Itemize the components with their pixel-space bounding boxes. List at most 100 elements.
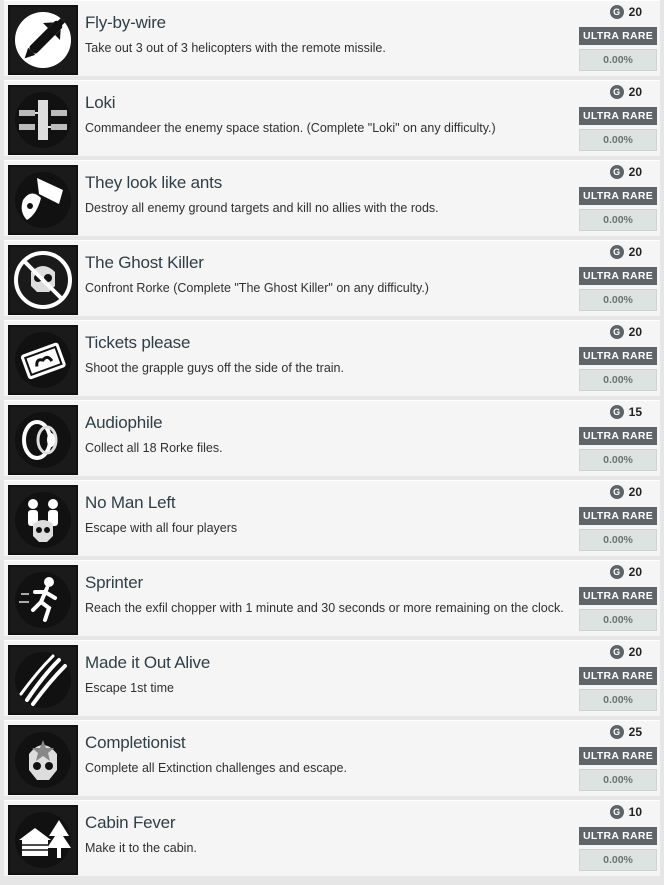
gamerscore-icon: G bbox=[609, 325, 624, 339]
gamerscore-value: 20 bbox=[628, 645, 642, 659]
gamerscore-value: 20 bbox=[628, 565, 642, 579]
unlock-percentage: 0.00% bbox=[579, 849, 657, 871]
gamerscore-icon: G bbox=[609, 85, 624, 99]
achievement-row[interactable]: The Ghost Killer Confront Rorke (Complet… bbox=[4, 240, 660, 316]
gamerscore: G 25 bbox=[609, 725, 642, 739]
achievement-row[interactable]: Completionist Complete all Extinction ch… bbox=[4, 720, 660, 796]
achievement-description: Shoot the grapple guys off the side of t… bbox=[85, 361, 344, 375]
rods-strike-icon bbox=[15, 172, 71, 228]
achievement-description: Collect all 18 Rorke files. bbox=[85, 441, 223, 455]
achievement-title[interactable]: Loki bbox=[85, 93, 116, 113]
unlock-percentage: 0.00% bbox=[579, 129, 657, 151]
achievement-row[interactable]: They look like ants Destroy all enemy gr… bbox=[4, 160, 660, 236]
achievement-row[interactable]: Tickets please Shoot the grapple guys of… bbox=[4, 320, 660, 396]
gamerscore-value: 20 bbox=[628, 325, 642, 339]
achievement-row[interactable]: Audiophile Collect all 18 Rorke files. G… bbox=[4, 400, 660, 476]
unlock-percentage: 0.00% bbox=[579, 209, 657, 231]
rarity-badge: ULTRA RARE bbox=[579, 747, 657, 765]
achievement-title[interactable]: Audiophile bbox=[85, 413, 163, 433]
gamerscore-value: 25 bbox=[628, 725, 642, 739]
gamerscore-icon: G bbox=[609, 645, 624, 659]
gamerscore-value: 20 bbox=[628, 245, 642, 259]
gamerscore: G 20 bbox=[609, 85, 642, 99]
achievement-title[interactable]: No Man Left bbox=[85, 493, 176, 513]
achievement-icon-frame bbox=[8, 165, 78, 235]
rarity-badge: ULTRA RARE bbox=[579, 27, 657, 45]
achievement-title[interactable]: They look like ants bbox=[85, 173, 222, 193]
achievement-description: Make it to the cabin. bbox=[85, 841, 197, 855]
unlock-percentage: 0.00% bbox=[579, 449, 657, 471]
achievement-title[interactable]: Completionist bbox=[85, 733, 186, 753]
rarity-badge: ULTRA RARE bbox=[579, 187, 657, 205]
rarity-badge: ULTRA RARE bbox=[579, 507, 657, 525]
audio-reel-icon bbox=[15, 412, 71, 468]
achievement-icon-frame bbox=[8, 805, 78, 875]
achievement-title[interactable]: Sprinter bbox=[85, 573, 143, 593]
achievement-icon-frame bbox=[8, 485, 78, 555]
achievement-icon-frame bbox=[8, 725, 78, 795]
achievement-icon-frame bbox=[8, 85, 78, 155]
achievement-icon-frame bbox=[8, 565, 78, 635]
gamerscore-icon: G bbox=[609, 245, 624, 259]
achievement-description: Complete all Extinction challenges and e… bbox=[85, 761, 347, 775]
achievement-title[interactable]: Made it Out Alive bbox=[85, 653, 210, 673]
achievement-row[interactable]: Made it Out Alive Escape 1st time G 20 U… bbox=[4, 640, 660, 716]
unlock-percentage: 0.00% bbox=[579, 689, 657, 711]
achievement-row[interactable]: No Man Left Escape with all four players… bbox=[4, 480, 660, 556]
achievement-title[interactable]: Cabin Fever bbox=[85, 813, 176, 833]
achievement-icon-frame bbox=[8, 405, 78, 475]
achievement-description: Commandeer the enemy space station. (Com… bbox=[85, 121, 496, 135]
rarity-badge: ULTRA RARE bbox=[579, 107, 657, 125]
unlock-percentage: 0.00% bbox=[579, 49, 657, 71]
ticket-icon bbox=[15, 332, 71, 388]
skull-star-icon bbox=[15, 732, 71, 788]
unlock-percentage: 0.00% bbox=[579, 609, 657, 631]
achievement-row[interactable]: Fly-by-wire Take out 3 out of 3 helicopt… bbox=[4, 0, 660, 76]
gamerscore-icon: G bbox=[609, 725, 624, 739]
gamerscore: G 20 bbox=[609, 485, 642, 499]
achievement-row[interactable]: Cabin Fever Make it to the cabin. G 10 U… bbox=[4, 800, 660, 876]
soldiers-skull-icon bbox=[15, 492, 71, 548]
rarity-badge: ULTRA RARE bbox=[579, 427, 657, 445]
achievement-row[interactable]: Loki Commandeer the enemy space station.… bbox=[4, 80, 660, 156]
achievement-description: Take out 3 out of 3 helicopters with the… bbox=[85, 41, 386, 55]
gamerscore-value: 20 bbox=[628, 85, 642, 99]
gamerscore-icon: G bbox=[609, 565, 624, 579]
rarity-badge: ULTRA RARE bbox=[579, 267, 657, 285]
achievement-icon-frame bbox=[8, 245, 78, 315]
achievement-description: Reach the exfil chopper with 1 minute an… bbox=[85, 601, 564, 615]
unlock-percentage: 0.00% bbox=[579, 369, 657, 391]
gamerscore-value: 20 bbox=[628, 485, 642, 499]
gamerscore-value: 15 bbox=[628, 405, 642, 419]
gamerscore-value: 20 bbox=[628, 165, 642, 179]
gamerscore-icon: G bbox=[609, 405, 624, 419]
gamerscore: G 10 bbox=[609, 805, 642, 819]
gamerscore-icon: G bbox=[609, 165, 624, 179]
achievement-list: Fly-by-wire Take out 3 out of 3 helicopt… bbox=[0, 0, 664, 876]
achievement-icon-frame bbox=[8, 5, 78, 75]
achievement-description: Destroy all enemy ground targets and kil… bbox=[85, 201, 439, 215]
gamerscore-icon: G bbox=[609, 5, 624, 19]
gamerscore: G 20 bbox=[609, 565, 642, 579]
gamerscore-value: 20 bbox=[628, 5, 642, 19]
achievement-description: Confront Rorke (Complete "The Ghost Kill… bbox=[85, 281, 429, 295]
gamerscore-icon: G bbox=[609, 805, 624, 819]
achievement-title[interactable]: The Ghost Killer bbox=[85, 253, 204, 273]
ghost-skull-prohibited-icon bbox=[14, 251, 72, 309]
gamerscore-icon: G bbox=[609, 485, 624, 499]
unlock-percentage: 0.00% bbox=[579, 529, 657, 551]
cabin-tree-icon bbox=[15, 812, 71, 868]
gamerscore: G 20 bbox=[609, 645, 642, 659]
claw-marks-icon bbox=[15, 652, 71, 708]
achievement-icon-frame bbox=[8, 645, 78, 715]
gamerscore: G 20 bbox=[609, 165, 642, 179]
rarity-badge: ULTRA RARE bbox=[579, 347, 657, 365]
gamerscore: G 20 bbox=[609, 245, 642, 259]
achievement-row[interactable]: Sprinter Reach the exfil chopper with 1 … bbox=[4, 560, 660, 636]
unlock-percentage: 0.00% bbox=[579, 769, 657, 791]
achievement-title[interactable]: Fly-by-wire bbox=[85, 13, 166, 33]
achievement-title[interactable]: Tickets please bbox=[85, 333, 190, 353]
running-man-icon bbox=[15, 572, 71, 628]
achievement-description: Escape with all four players bbox=[85, 521, 238, 535]
achievement-description: Escape 1st time bbox=[85, 681, 174, 695]
